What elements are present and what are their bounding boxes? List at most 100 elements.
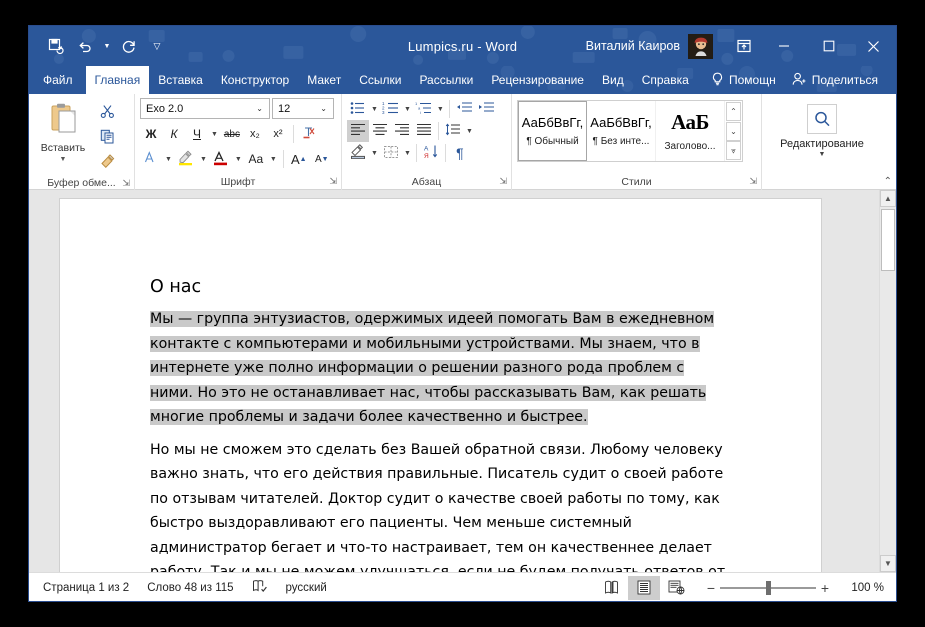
tab-references[interactable]: Ссылки [350,66,410,94]
bullets-chevron-down-icon[interactable]: ▼ [369,98,380,120]
zoom-in-button[interactable]: + [816,580,834,596]
document-paragraph-2[interactable]: Но мы не сможем это сделать без Вашей об… [150,438,731,573]
style-item-heading[interactable]: АаБ Заголово... [656,101,725,161]
highlight-chevron-down-icon[interactable]: ▼ [198,148,209,170]
tab-insert[interactable]: Вставка [149,66,212,94]
align-center-button[interactable] [369,120,391,142]
strikethrough-button[interactable]: abc [221,123,243,145]
editing-button[interactable]: Редактирование ▼ [767,98,877,158]
text-effects-button[interactable] [140,148,162,170]
underline-chevron-down-icon[interactable]: ▼ [209,123,220,145]
tab-review[interactable]: Рецензирование [482,66,593,94]
tab-layout[interactable]: Макет [298,66,350,94]
text-effects-chevron-down-icon[interactable]: ▼ [163,148,174,170]
multilevel-chevron-down-icon[interactable]: ▼ [435,98,446,120]
font-color-button[interactable] [210,148,232,170]
print-layout-icon[interactable] [628,575,660,600]
styles-scroll-up-chevron-up-icon[interactable]: ⌃ [726,102,741,121]
numbering-chevron-down-icon[interactable]: ▼ [402,98,413,120]
redo-icon[interactable] [116,33,142,59]
collapse-ribbon-icon[interactable]: ⌃ [884,176,892,187]
font-dialog-launcher-icon[interactable]: ⇲ [329,176,337,187]
change-case-button[interactable]: Aa [245,148,267,170]
paste-button[interactable]: Вставить ▼ [34,98,92,163]
vertical-scrollbar-thumb[interactable] [881,209,895,271]
bold-button[interactable]: Ж [140,123,162,145]
save-sync-icon[interactable] [43,33,69,59]
minimize-icon[interactable] [761,26,806,66]
multilevel-list-button[interactable]: 1 a i [413,98,435,120]
word-count[interactable]: Слово 48 из 115 [138,582,242,594]
decrease-indent-button[interactable] [453,98,475,120]
shading-chevron-down-icon[interactable]: ▼ [369,142,380,164]
web-layout-icon[interactable] [660,576,692,600]
scroll-down-arrow-icon[interactable]: ▼ [880,555,896,572]
cut-button[interactable] [94,103,120,125]
page-info[interactable]: Страница 1 из 2 [29,582,138,594]
zoom-slider-thumb[interactable] [766,580,771,595]
text-highlight-button[interactable] [175,148,197,170]
font-color-chevron-down-icon[interactable]: ▼ [233,148,244,170]
superscript-button[interactable]: x² [267,123,289,145]
zoom-slider[interactable] [720,580,816,595]
line-spacing-button[interactable] [442,120,464,142]
numbered-list-button[interactable]: 1 2 3 [380,98,402,120]
italic-button[interactable]: К [163,123,185,145]
share-button[interactable]: Поделиться [784,72,886,89]
bullet-list-button[interactable] [347,98,369,120]
vertical-scrollbar[interactable]: ▲ ▼ [879,190,896,572]
tab-help[interactable]: Справка [633,66,698,94]
proofing-errors-icon[interactable] [243,579,277,596]
zoom-control[interactable]: − + 100 % [702,580,884,596]
read-mode-icon[interactable] [596,576,628,600]
shading-button[interactable] [347,142,369,164]
style-item-normal[interactable]: АаБбВвГг, ¶ Обычный [518,101,587,161]
tab-home[interactable]: Главная [85,66,150,94]
scroll-up-arrow-icon[interactable]: ▲ [880,190,896,207]
close-icon[interactable] [851,26,896,66]
account-name[interactable]: Виталий Каиров [586,39,680,53]
grow-font-button[interactable]: A ▲ [288,148,310,170]
increase-indent-button[interactable] [475,98,497,120]
line-spacing-chevron-down-icon[interactable]: ▼ [464,120,475,142]
avatar[interactable] [688,33,713,59]
format-painter-button[interactable] [94,153,120,175]
tab-mailings[interactable]: Рассылки [410,66,482,94]
borders-button[interactable] [380,142,402,164]
underline-button[interactable]: Ч [186,123,208,145]
zoom-level[interactable]: 100 % [840,582,884,594]
document-paragraph-1[interactable]: Мы — группа энтузиастов, одержимых идеей… [150,307,731,430]
tab-file[interactable]: Файл [29,66,86,94]
tab-design[interactable]: Конструктор [212,66,298,94]
font-size-combobox[interactable]: 12 ⌄ [272,98,334,119]
align-justify-button[interactable] [413,120,435,142]
clear-formatting-button[interactable] [298,123,320,145]
tab-view[interactable]: Вид [593,66,633,94]
change-case-chevron-down-icon[interactable]: ▼ [268,148,279,170]
font-name-combobox[interactable]: Exo 2.0 ⌄ [140,98,270,119]
borders-chevron-down-icon[interactable]: ▼ [402,142,413,164]
paste-chevron-down-icon[interactable]: ▼ [60,156,67,163]
clipboard-dialog-launcher-icon[interactable]: ⇲ [122,178,130,189]
show-formatting-marks-button[interactable]: ¶ [449,142,471,164]
styles-more-icon[interactable]: ⩔ [726,141,741,160]
scrollbar-track[interactable] [880,207,896,555]
font-name-chevron-down-icon[interactable]: ⌄ [252,104,267,113]
styles-dialog-launcher-icon[interactable]: ⇲ [749,176,757,187]
document-canvas[interactable]: О нас Мы — группа энтузиастов, одержимых… [29,190,879,572]
style-item-no-spacing[interactable]: АаБбВвГг, ¶ Без инте... [587,101,656,161]
editing-chevron-down-icon[interactable]: ▼ [819,151,826,158]
subscript-button[interactable]: x₂ [244,123,266,145]
paragraph-dialog-launcher-icon[interactable]: ⇲ [499,176,507,187]
align-right-button[interactable] [391,120,413,142]
language-indicator[interactable]: русский [277,582,336,594]
customize-qat-chevron-down-icon[interactable]: ▽ [151,33,163,59]
align-left-button[interactable] [347,120,369,142]
ribbon-display-options-icon[interactable] [727,26,761,66]
shrink-font-button[interactable]: A ▼ [311,148,333,170]
styles-scroll-down-chevron-down-icon[interactable]: ⌄ [726,121,741,141]
undo-icon[interactable] [72,33,98,59]
copy-button[interactable] [94,128,120,150]
undo-dropdown-chevron-down-icon[interactable]: ▼ [101,33,113,59]
font-size-chevron-down-icon[interactable]: ⌄ [316,104,331,113]
